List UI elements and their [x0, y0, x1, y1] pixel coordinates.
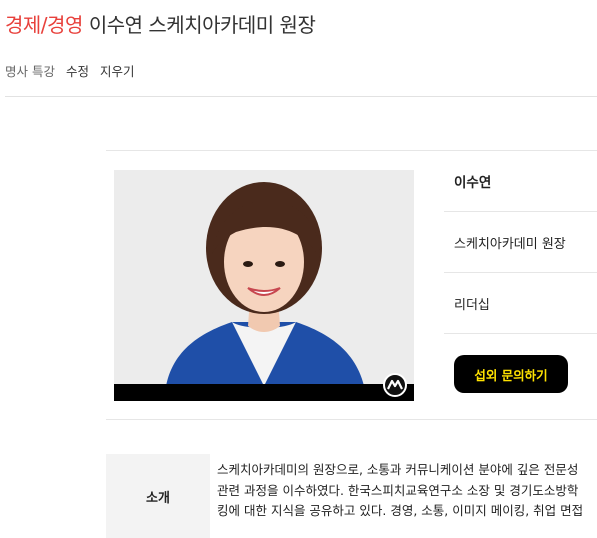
- intro-section: 소개 스케치아카데미의 원장으로, 소통과 커뮤니케이션 분야에 깊은 전문성 …: [106, 454, 597, 538]
- divider: [5, 96, 597, 97]
- profile-card: 이수연 스케치아카데미 원장 리더십 섭외 문의하기: [106, 150, 597, 420]
- intro-line: 킹에 대한 지식을 공유하고 있다. 경영, 소통, 이미지 메이킹, 취업 면…: [217, 503, 584, 518]
- photo-caption-bar: [114, 384, 414, 401]
- speaker-affiliation: 스케치아카데미 원장: [444, 212, 597, 273]
- page-heading: 경제/경영 이수연 스케치아카데미 원장: [5, 9, 316, 38]
- speaker-name: 이수연: [444, 151, 597, 212]
- edit-link[interactable]: 수정: [66, 64, 89, 79]
- logo-badge-icon: [383, 373, 407, 397]
- intro-text: 스케치아카데미의 원장으로, 소통과 커뮤니케이션 분야에 깊은 전문성 관련 …: [217, 460, 597, 522]
- profile-photo: [114, 170, 414, 401]
- intro-label: 소개: [106, 454, 210, 538]
- inquiry-button[interactable]: 섭외 문의하기: [454, 355, 568, 393]
- page-title: 이수연 스케치아카데미 원장: [88, 13, 316, 37]
- breadcrumb[interactable]: 명사 특강: [5, 64, 55, 79]
- speaker-field: 리더십: [444, 273, 597, 334]
- profile-info: 이수연 스케치아카데미 원장 리더십 섭외 문의하기: [444, 151, 597, 393]
- intro-line: 관련 과정을 이수하였다. 한국스피치교육연구소 소장 및 경기도소방학: [217, 482, 579, 498]
- category-label: 경제/경영: [5, 13, 83, 37]
- delete-link[interactable]: 지우기: [100, 64, 135, 79]
- portrait-illustration: [114, 170, 414, 401]
- subnav: 명사 특강 수정 지우기: [5, 61, 141, 80]
- intro-line: 스케치아카데미의 원장으로, 소통과 커뮤니케이션 분야에 깊은 전문성: [217, 462, 579, 477]
